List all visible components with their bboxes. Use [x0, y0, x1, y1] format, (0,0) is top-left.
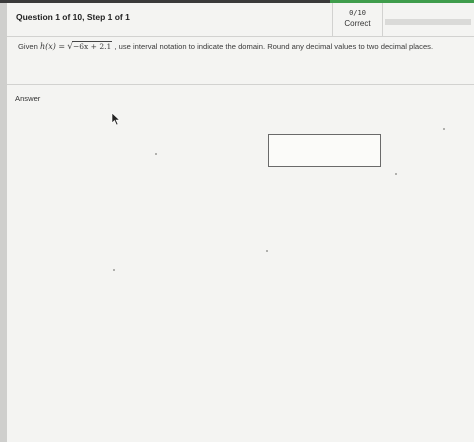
function-lhs: h(x) = — [39, 42, 66, 51]
screen-speck — [113, 269, 115, 271]
score-box: 0/10 Correct — [332, 3, 383, 36]
score-value: 0/10 — [349, 9, 366, 17]
question-suffix: , use interval notation to indicate the … — [114, 42, 434, 51]
question-header: Question 1 of 10, Step 1 of 1 0/10 Corre… — [7, 3, 474, 37]
score-status: Correct — [344, 19, 371, 28]
screen-speck — [155, 153, 157, 155]
screen-speck — [266, 250, 268, 252]
progress-bar — [385, 19, 471, 25]
answer-label: Answer — [15, 94, 41, 103]
radicand: −6x + 2.1 — [71, 41, 113, 51]
section-divider — [7, 84, 474, 85]
question-text: Given h(x) = √−6x + 2.1 , use interval n… — [18, 41, 468, 52]
question-prefix: Given — [18, 42, 40, 51]
step-title: Question 1 of 10, Step 1 of 1 — [16, 12, 130, 22]
mouse-pointer-icon — [111, 112, 121, 126]
answer-input[interactable] — [268, 134, 381, 167]
screen-speck — [395, 173, 397, 175]
screen-speck — [443, 128, 445, 130]
question-panel: Question 1 of 10, Step 1 of 1 0/10 Corre… — [7, 3, 474, 442]
